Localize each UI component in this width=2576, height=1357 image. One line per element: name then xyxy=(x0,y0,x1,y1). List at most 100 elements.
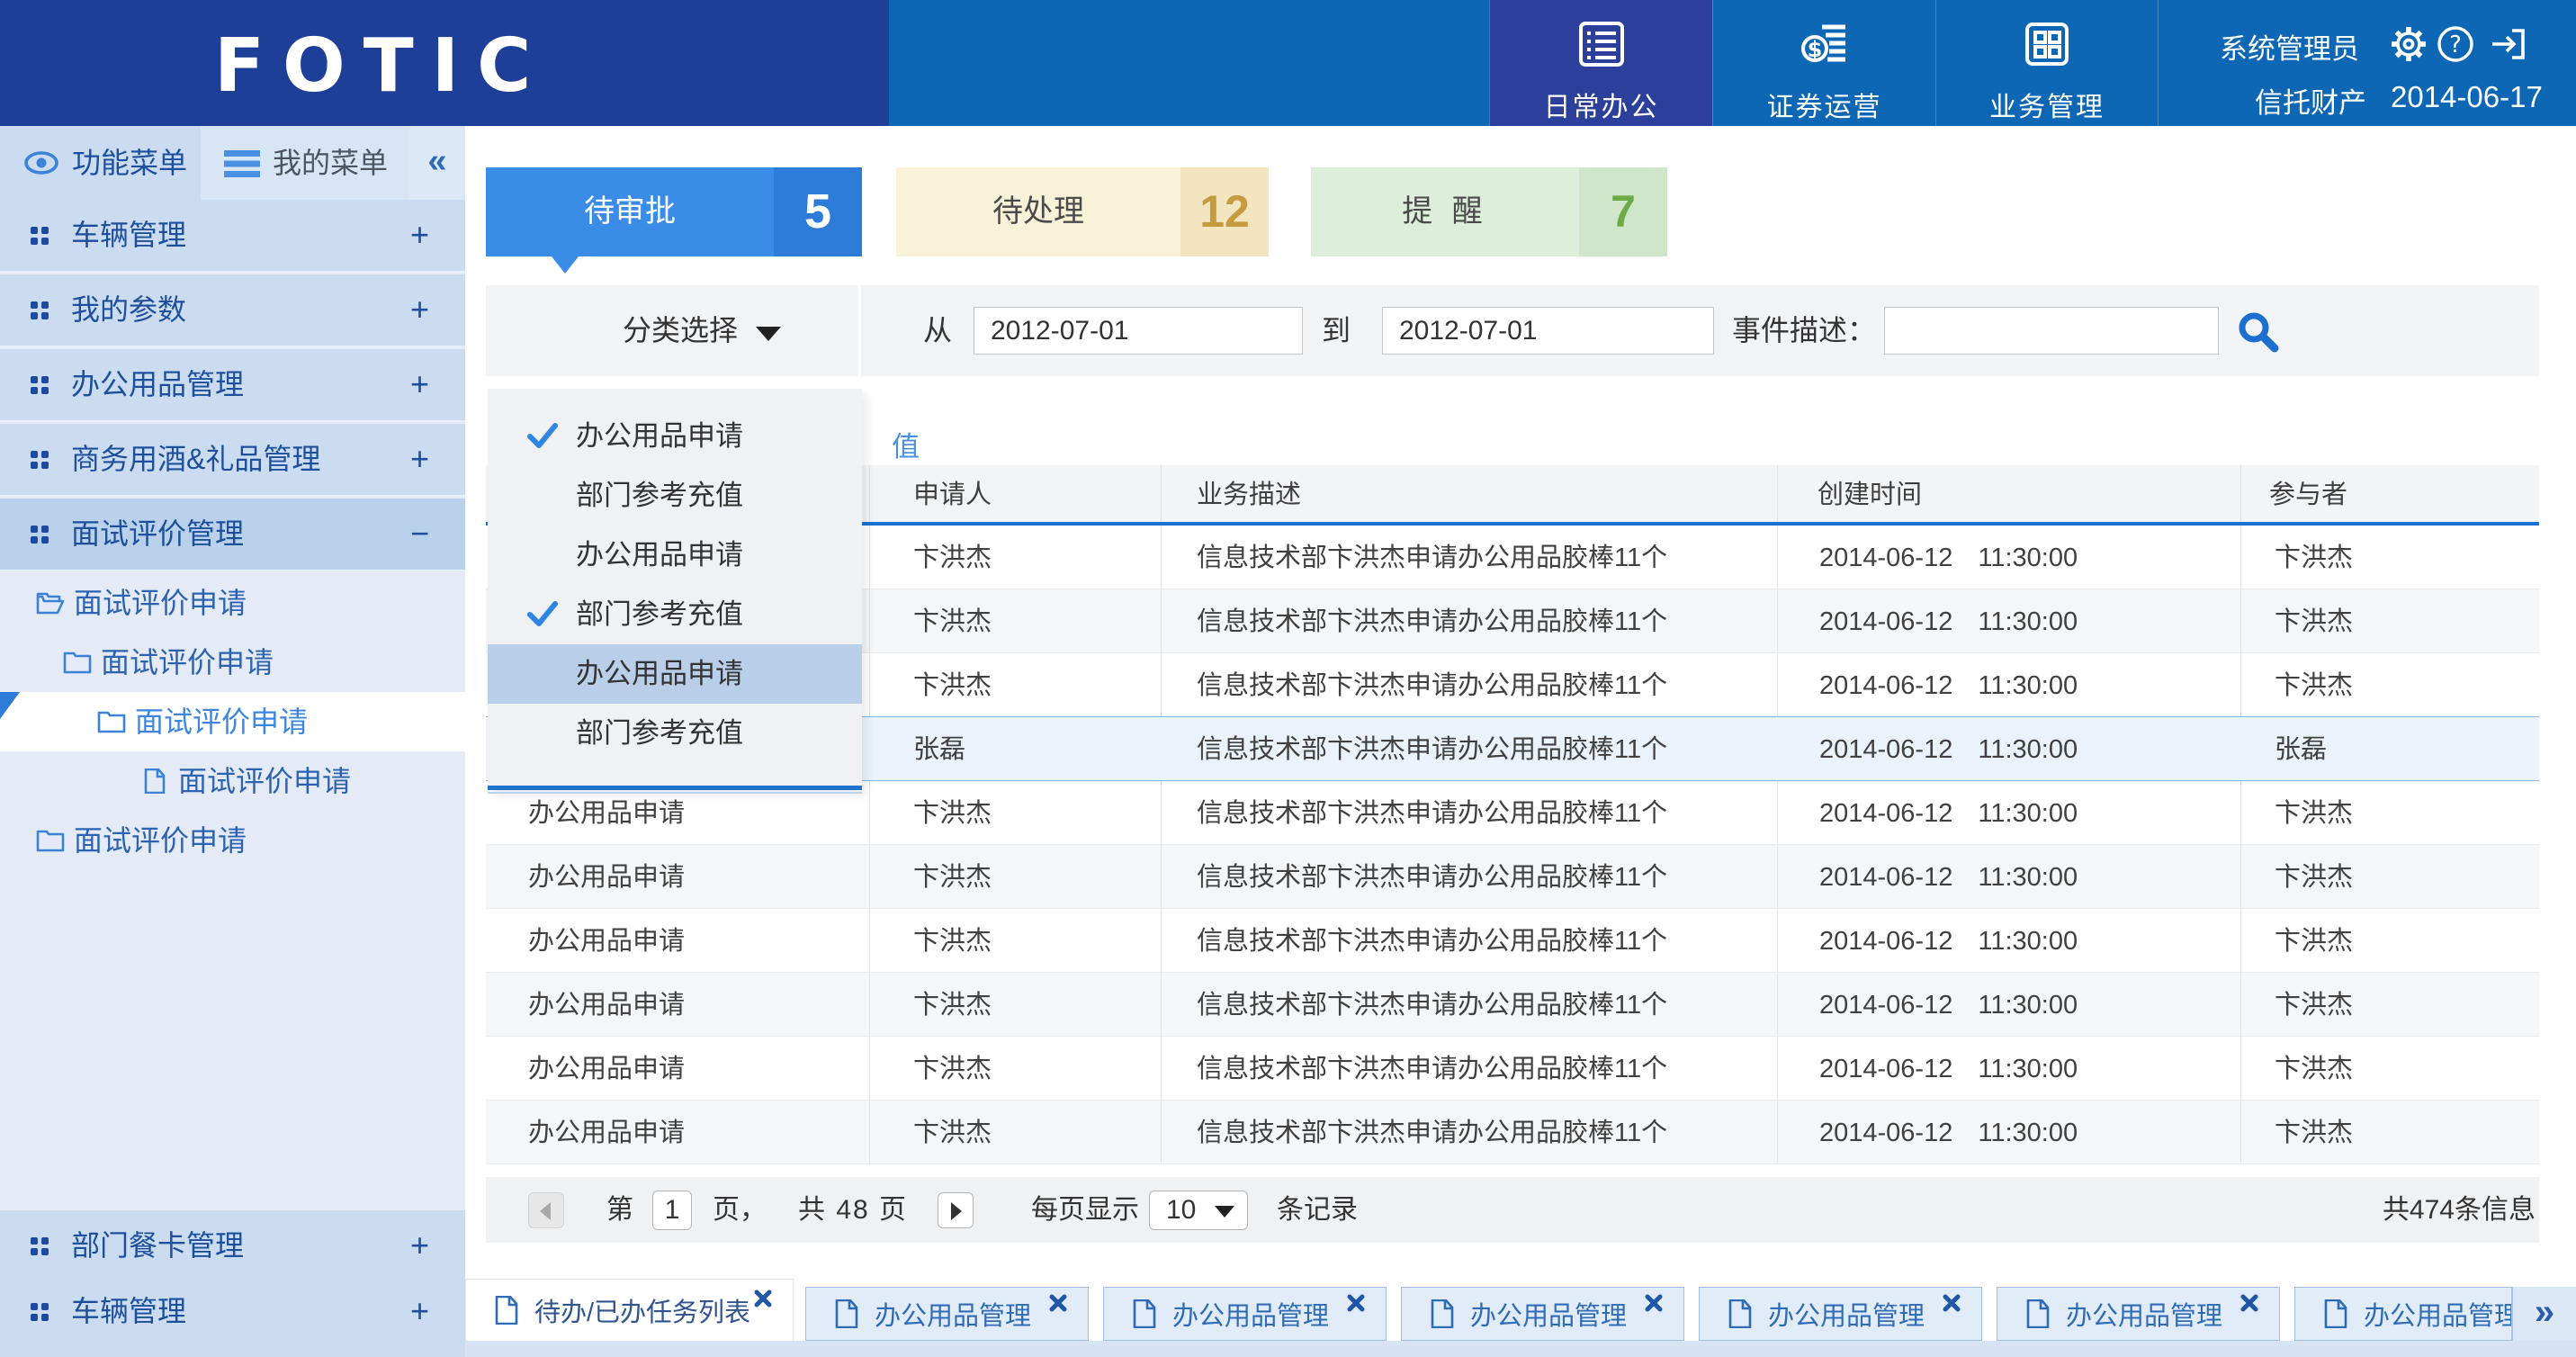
close-icon[interactable] xyxy=(1644,1293,1664,1313)
dropdown-option[interactable]: 办公用品申请 xyxy=(488,644,862,704)
footer-tab[interactable]: 待办/已办任务列表 xyxy=(465,1279,794,1341)
stat-card-reminder[interactable]: 提 醒 7 xyxy=(1311,167,1667,256)
sidebar-menu-item[interactable]: 部门餐卡管理 + xyxy=(0,1210,465,1283)
topnav-business[interactable]: 业务管理 xyxy=(1935,0,2159,126)
cell-created: 2014-06-1211:30:00 xyxy=(1819,1101,2078,1165)
column-header[interactable]: 参与者 xyxy=(2269,465,2347,526)
search-icon[interactable] xyxy=(2235,309,2280,354)
logo: FOTIC xyxy=(214,23,549,109)
footer-tab[interactable]: 办公用品管理 xyxy=(805,1287,1089,1341)
expand-toggle-icon[interactable]: − xyxy=(410,499,429,568)
sidebar-tab-my-menu[interactable]: 我的菜单 xyxy=(201,126,409,200)
topnav-label: 证券运营 xyxy=(1713,85,1935,124)
prev-page-button[interactable] xyxy=(528,1192,564,1228)
records-label: 条记录 xyxy=(1277,1177,1358,1243)
stat-label: 提 醒 xyxy=(1402,194,1487,229)
date-from-input[interactable] xyxy=(974,307,1303,355)
sidebar-submenu-item[interactable]: 面试评价申请 xyxy=(0,633,465,692)
tree-node-icon xyxy=(140,768,169,794)
page-number-input[interactable]: 1 xyxy=(652,1191,692,1230)
dropdown-option-label: 部门参考充值 xyxy=(576,585,743,644)
sidebar-menu-item[interactable]: 面试评价管理 − xyxy=(0,499,465,571)
topnav-label: 业务管理 xyxy=(1936,85,2158,124)
close-icon[interactable] xyxy=(1048,1293,1068,1313)
cell-description: 信息技术部卞洪杰申请办公用品胶棒11个 xyxy=(1197,589,1667,654)
footer-tab[interactable]: 办公用品管理 xyxy=(1103,1287,1387,1341)
help-icon[interactable]: ? xyxy=(2437,25,2474,63)
table-row[interactable]: 办公用品申请 卞洪杰 信息技术部卞洪杰申请办公用品胶棒11个 2014-06-1… xyxy=(486,845,2539,909)
close-icon[interactable] xyxy=(1942,1293,1961,1313)
caret-down-icon xyxy=(756,327,781,341)
sidebar-tab-function-menu[interactable]: 功能菜单 xyxy=(0,126,201,200)
document-icon xyxy=(1431,1299,1454,1328)
cell-participant: 卞洪杰 xyxy=(2275,781,2353,846)
cell-type: 办公用品申请 xyxy=(528,973,685,1038)
stat-label: 待审批 xyxy=(584,194,676,229)
coin-lines-icon: $ xyxy=(1799,18,1851,70)
footer-tab-label: 待办/已办任务列表 xyxy=(534,1280,750,1341)
footer-tab[interactable]: 办公用品管理 xyxy=(1401,1287,1684,1341)
sidebar-menu-item[interactable]: 办公用品管理 + xyxy=(0,349,465,422)
gear-icon[interactable] xyxy=(2390,25,2428,63)
stat-card-pending-process[interactable]: 待处理 12 xyxy=(896,167,1269,256)
selected-values-link[interactable]: 值 xyxy=(892,424,920,464)
expand-toggle-icon[interactable]: + xyxy=(410,424,429,493)
more-tabs-icon[interactable]: » xyxy=(2511,1287,2576,1341)
topnav-daily-office[interactable]: 日常办公 xyxy=(1489,0,1712,126)
footer-tab-label: 办公用品管理 xyxy=(875,1288,1031,1340)
dropdown-option[interactable]: 部门参考充值 xyxy=(488,585,862,644)
column-header[interactable]: 创建时间 xyxy=(1818,465,1922,526)
cell-description: 信息技术部卞洪杰申请办公用品胶棒11个 xyxy=(1197,1037,1667,1101)
column-header[interactable]: 申请人 xyxy=(913,465,992,526)
column-header[interactable]: 业务描述 xyxy=(1197,465,1301,526)
sidebar-collapse-button[interactable]: « xyxy=(409,126,465,200)
dropdown-option[interactable]: 部门参考充值 xyxy=(488,466,862,526)
doc-list-icon xyxy=(1575,18,1628,70)
sidebar-submenu-item[interactable]: 面试评价申请 xyxy=(0,692,465,751)
grid-dots-icon xyxy=(31,1237,49,1255)
sidebar-menu-item[interactable]: 商务用酒&礼品管理 + xyxy=(0,424,465,497)
footer-tab[interactable]: 办公用品管理 xyxy=(1997,1287,2280,1341)
sidebar-submenu-item[interactable]: 面试评价申请 xyxy=(0,573,465,633)
sidebar-submenu-item[interactable]: 面试评价申请 xyxy=(0,811,465,870)
logout-icon[interactable] xyxy=(2489,25,2527,63)
table-row[interactable]: 办公用品申请 卞洪杰 信息技术部卞洪杰申请办公用品胶棒11个 2014-06-1… xyxy=(486,1101,2539,1164)
topnav-securities[interactable]: $ 证券运营 xyxy=(1712,0,1935,126)
sidebar-submenu-item[interactable]: 面试评价申请 xyxy=(0,751,465,811)
next-page-button[interactable] xyxy=(938,1192,974,1228)
cell-type: 办公用品申请 xyxy=(528,781,685,846)
expand-toggle-icon[interactable]: + xyxy=(410,274,429,344)
table-row[interactable]: 办公用品申请 卞洪杰 信息技术部卞洪杰申请办公用品胶棒11个 2014-06-1… xyxy=(486,781,2539,845)
category-select[interactable]: 分类选择 xyxy=(486,285,861,376)
date-to-input[interactable] xyxy=(1382,307,1714,355)
table-row[interactable]: 办公用品申请 卞洪杰 信息技术部卞洪杰申请办公用品胶棒11个 2014-06-1… xyxy=(486,909,2539,973)
expand-toggle-icon[interactable]: + xyxy=(410,349,429,418)
dropdown-option-label: 部门参考充值 xyxy=(576,704,743,763)
expand-toggle-icon[interactable]: + xyxy=(410,200,429,269)
grid-dots-icon xyxy=(31,526,49,544)
dropdown-option-label: 办公用品申请 xyxy=(576,644,743,704)
table-row[interactable]: 办公用品申请 卞洪杰 信息技术部卞洪杰申请办公用品胶棒11个 2014-06-1… xyxy=(486,973,2539,1037)
dropdown-option[interactable]: 部门参考充值 xyxy=(488,704,862,763)
cell-participant: 卞洪杰 xyxy=(2275,1101,2353,1165)
footer-tab[interactable]: 办公用品管理 xyxy=(1699,1287,1982,1341)
caret-down-icon xyxy=(1215,1206,1234,1218)
stat-card-pending-approval[interactable]: 待审批 5 xyxy=(486,167,862,256)
dropdown-option[interactable]: 办公用品申请 xyxy=(488,526,862,585)
user-name: 系统管理员 xyxy=(2220,26,2359,67)
sidebar-menu-item[interactable]: 我的参数 + xyxy=(0,274,465,347)
dropdown-option-label: 办公用品申请 xyxy=(576,526,743,585)
expand-toggle-icon[interactable]: + xyxy=(410,1276,429,1345)
stat-label: 待处理 xyxy=(992,194,1084,229)
sidebar-menu-item[interactable]: 车辆管理 + xyxy=(0,1276,465,1349)
expand-toggle-icon[interactable]: + xyxy=(410,1210,429,1280)
per-page-select[interactable]: 10 xyxy=(1149,1191,1248,1230)
dropdown-option[interactable]: 办公用品申请 xyxy=(488,407,862,466)
sidebar-menu-item[interactable]: 车辆管理 + xyxy=(0,200,465,273)
cell-applicant: 卞洪杰 xyxy=(913,653,992,718)
event-desc-input[interactable] xyxy=(1884,307,2219,355)
close-icon[interactable] xyxy=(753,1289,773,1308)
close-icon[interactable] xyxy=(2239,1293,2259,1313)
table-row[interactable]: 办公用品申请 卞洪杰 信息技术部卞洪杰申请办公用品胶棒11个 2014-06-1… xyxy=(486,1037,2539,1101)
close-icon[interactable] xyxy=(1346,1293,1366,1313)
